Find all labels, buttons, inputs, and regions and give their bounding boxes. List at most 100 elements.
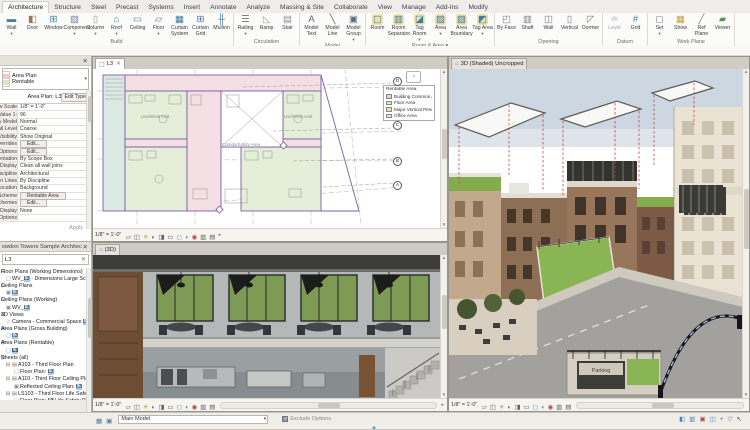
tree-item-floor-plan-l3[interactable]: ▢Floor Plan: L3	[0, 369, 91, 376]
tab-systems[interactable]: Systems	[143, 2, 178, 13]
tool-room-separator[interactable]: ▥Room Separator	[388, 13, 409, 38]
tree-item-l3[interactable]: ▢L3	[0, 333, 91, 340]
tab-manage[interactable]: Manage	[397, 2, 431, 13]
tab-structure[interactable]: Structure	[49, 2, 86, 13]
tree-item-ceiling-plans-working-[interactable]: ⊟Ceiling Plans (Working)	[0, 297, 91, 304]
exterior-vertical-scrollbar[interactable]: ▲ ▼	[742, 69, 749, 398]
tool-column[interactable]: ▯Column▾	[85, 13, 106, 36]
sun-path-icon[interactable]: ☀	[143, 234, 149, 241]
worksharing-display-icon[interactable]: ▥	[200, 234, 206, 241]
show-crop-icon[interactable]: ◻	[532, 404, 537, 411]
tree-item-a110-third-floor-ceiling-plan[interactable]: ⊟▤A110 - Third Floor Ceiling Plan	[0, 376, 91, 383]
close-icon[interactable]: ✕	[116, 61, 121, 67]
tree-item-floor-plans-working-dimensions-[interactable]: ⊟Floor Plans (Working Dimensions)	[0, 268, 91, 275]
tool-floor[interactable]: ▱Floor▾	[148, 13, 169, 36]
tree-item-wv-l3-dimensions-large-scale[interactable]: ▢WV_L3 - Dimensions Large Scale	[0, 275, 91, 282]
browser-title-bar[interactable]: Browser - Snowdon Towers Sample Architec…	[0, 242, 91, 252]
tree-item-ls103-third-floor-life-safety-plan[interactable]: ⊟▤LS103 - Third Floor Life Safety Plan	[0, 390, 91, 397]
tab-3d-shaded-uncropped[interactable]: ⌂ 3D (Shaded) Uncropped	[451, 58, 527, 69]
tab-annotate[interactable]: Annotate	[205, 2, 241, 13]
rendering-icon[interactable]: ◨	[514, 404, 520, 411]
property-value[interactable]: Normal	[18, 119, 91, 125]
rendering-icon[interactable]: ◨	[158, 404, 164, 411]
crop-view-icon[interactable]: ▭	[167, 404, 173, 411]
tab-add-ins[interactable]: Add-Ins	[431, 2, 464, 13]
plan-canvas[interactable]: Rentable Area Building Common AreaFloor …	[93, 69, 447, 228]
properties-title-bar[interactable]: Properties ✕	[0, 56, 91, 66]
tool-area[interactable]: ▨Area▾	[430, 13, 451, 36]
show-crop-icon[interactable]: ◻	[176, 234, 181, 241]
edit-type-button[interactable]: Edit Type	[61, 93, 89, 102]
tree-item-ceiling-plans[interactable]: ⊟Ceiling Plans	[0, 282, 91, 289]
tool-show[interactable]: ▦Show	[670, 13, 691, 32]
property-edit-button[interactable]: Edit...	[20, 199, 47, 207]
editable-only-icon[interactable]: ▣	[699, 415, 705, 423]
detail-level-icon[interactable]: ▱	[126, 234, 131, 241]
view-properties-icon[interactable]: ▤	[565, 404, 571, 411]
visual-style-icon[interactable]: ◫	[490, 404, 496, 411]
chevron-down-icon[interactable]: ▾	[84, 76, 88, 82]
tool-room[interactable]: ▢Room	[367, 13, 388, 32]
active-workset-select[interactable]: Main Model ▾	[118, 415, 268, 424]
detail-level-icon[interactable]: ▱	[482, 404, 487, 411]
shadows-icon[interactable]: ◐	[152, 234, 156, 241]
visual-style-icon[interactable]: ◫	[134, 404, 140, 411]
tree-item-a103-third-floor-plan[interactable]: ⊟▤A103 - Third Floor Plan	[0, 361, 91, 368]
tab-precast[interactable]: Precast	[111, 2, 143, 13]
detail-level-icon[interactable]: ▱	[126, 404, 131, 411]
crop-view-icon[interactable]: ▭	[167, 234, 173, 241]
tool-model-line[interactable]: ╲Model Line	[322, 13, 343, 38]
rendering-icon[interactable]: ◨	[158, 234, 164, 241]
selection-arrow-icon[interactable]: ↖	[737, 415, 742, 423]
plan-vertical-scrollbar[interactable]: ▲ ▼	[440, 69, 447, 228]
reveal-hidden-icon[interactable]: ◉	[192, 404, 198, 411]
tree-item-camera-commercial-space-l3[interactable]: ⌂Camera - Commercial Space L3	[0, 318, 91, 325]
browser-scrollbar[interactable]	[86, 268, 91, 400]
property-value[interactable]: Architectural	[18, 171, 91, 177]
steering-wheel-icon[interactable]: ◔	[406, 71, 421, 83]
search-input[interactable]	[3, 257, 79, 263]
tool-ceiling[interactable]: ▭Ceiling	[127, 13, 148, 32]
tab-modify[interactable]: Modify	[463, 2, 492, 13]
sun-path-icon[interactable]: ☀	[143, 404, 149, 411]
apply-button[interactable]: Apply	[69, 225, 83, 231]
tab-insert[interactable]: Insert	[179, 2, 206, 13]
property-value[interactable]: By Scope Box	[18, 156, 91, 162]
tool-by-face[interactable]: ◰By Face	[496, 13, 517, 32]
tree-item-l3[interactable]: ▢L3	[0, 347, 91, 354]
shadows-icon[interactable]: ◐	[152, 404, 156, 411]
property-edit-button[interactable]: Edit...	[20, 148, 47, 156]
tool-ramp[interactable]: ◺Ramp	[256, 13, 277, 32]
tree-item-floor-plan-l3-life-safety-plan[interactable]: ▢Floor Plan: L3 Life Safety Plan	[0, 397, 91, 400]
tool-curtain-grid[interactable]: ⊞Curtain Grid	[190, 13, 211, 38]
tool-wall[interactable]: ◫Wall	[538, 13, 559, 32]
tab-architecture[interactable]: Architecture	[2, 1, 49, 13]
design-options-icon[interactable]: ◧	[679, 415, 685, 423]
tool-shaft[interactable]: ▥Shaft	[517, 13, 538, 32]
requests-icon[interactable]: ▣	[106, 418, 112, 425]
tool-railing[interactable]: ☰Railing▾	[235, 13, 256, 36]
close-icon[interactable]: ✕	[82, 243, 89, 251]
tab-plan-l3[interactable]: ▢ L3 ✕	[95, 58, 125, 69]
links-status-icon[interactable]: ◫	[710, 415, 716, 423]
constraints-status-icon[interactable]: +	[720, 416, 724, 423]
property-value[interactable]: Clean all wall joins	[18, 163, 91, 169]
tree-item-area-plans-rentable-[interactable]: ⊟Area Plans (Rentable)	[0, 340, 91, 347]
tool-vertical[interactable]: ▯Vertical	[559, 13, 580, 32]
tab-analyze[interactable]: Analyze	[242, 2, 275, 13]
tool-roof[interactable]: ⌂Roof▾	[106, 13, 127, 36]
property-value[interactable]: 96	[18, 112, 91, 118]
property-value[interactable]: Edit...	[18, 148, 91, 156]
view-properties-icon[interactable]: ▤	[209, 234, 215, 241]
tree-item-reflected-ceiling-plan-l3[interactable]: ▣Reflected Ceiling Plan: L3	[0, 383, 91, 390]
property-value[interactable]: Show Original	[18, 134, 91, 140]
tree-item-l3[interactable]: ▣L3	[0, 290, 91, 297]
tool-mullion[interactable]: ╫Mullion	[211, 13, 232, 32]
temporary-hide-icon[interactable]: ◖	[185, 234, 189, 241]
chevron-right-icon[interactable]: ▸	[441, 402, 444, 408]
tool-grid[interactable]: #Grid	[625, 13, 646, 32]
interior-horizontal-scrollbar[interactable]	[220, 402, 438, 409]
tree-item-wv-l3[interactable]: ▣WV_L3	[0, 304, 91, 311]
property-value[interactable]: 1/8" = 1'-0"	[18, 104, 91, 110]
tool-window[interactable]: ⊞Window	[43, 13, 64, 32]
